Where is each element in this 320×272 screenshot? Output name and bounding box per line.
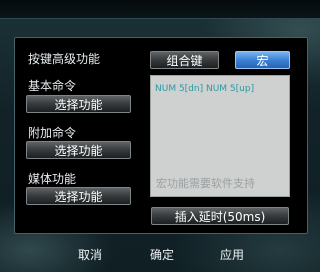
cancel-button[interactable]: 取消 bbox=[78, 246, 102, 263]
basic-command-label: 基本命令 bbox=[28, 79, 77, 93]
ok-button[interactable]: 确定 bbox=[150, 246, 174, 263]
media-function-select-button[interactable]: 选择功能 bbox=[26, 187, 131, 205]
tab-macro[interactable]: 宏 bbox=[235, 51, 290, 69]
macro-editor[interactable]: NUM 5[dn] NUM 5[up] 宏功能需要软件支持 bbox=[150, 75, 290, 197]
tab-combo-key[interactable]: 组合键 bbox=[150, 51, 219, 69]
macro-hint-text: 宏功能需要软件支持 bbox=[156, 177, 255, 190]
insert-delay-button[interactable]: 插入延时(50ms) bbox=[151, 207, 289, 225]
additional-command-select-button[interactable]: 选择功能 bbox=[26, 141, 131, 159]
dialog-title: 按键高级功能 bbox=[28, 52, 101, 66]
basic-command-select-button[interactable]: 选择功能 bbox=[26, 95, 131, 113]
apply-button[interactable]: 应用 bbox=[220, 246, 244, 263]
additional-command-label: 附加命令 bbox=[28, 126, 77, 140]
media-function-label: 媒体功能 bbox=[28, 172, 77, 186]
top-bar bbox=[0, 0, 320, 19]
macro-content-text: NUM 5[dn] NUM 5[up] bbox=[155, 84, 255, 94]
